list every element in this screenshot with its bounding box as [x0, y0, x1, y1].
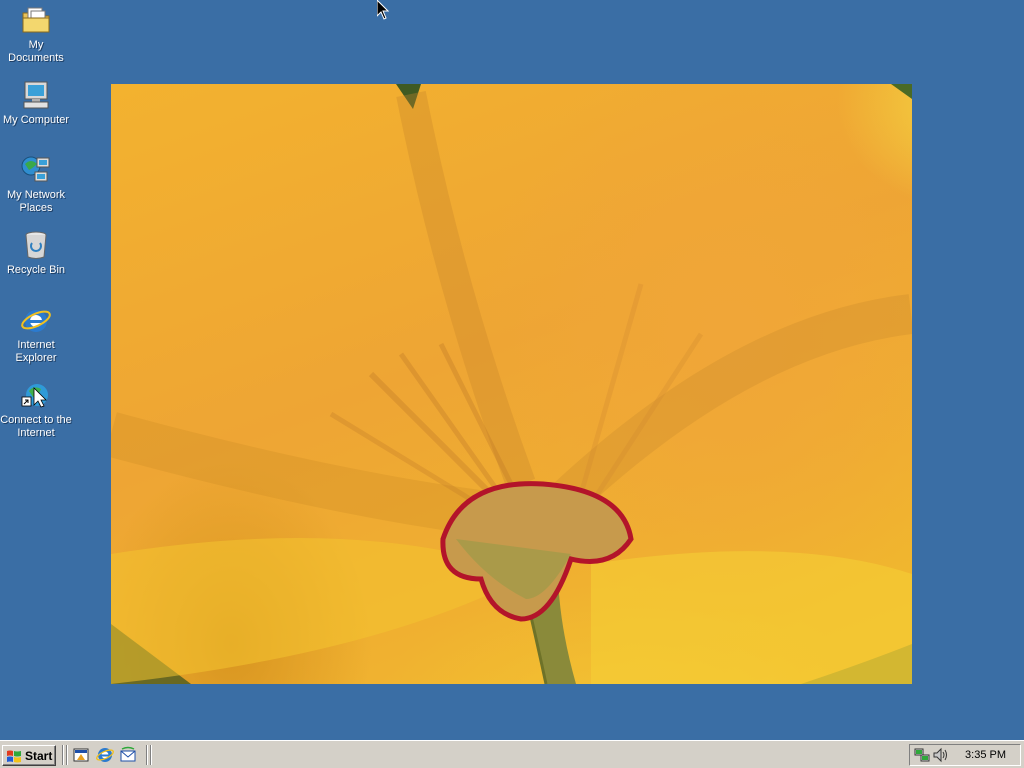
desktop-icon-connect-to-the-internet[interactable]: Connect to the Internet: [0, 377, 72, 440]
taskbar-separator: [62, 745, 64, 765]
desktop-icon-my-documents[interactable]: My Documents: [0, 2, 72, 65]
internet-explorer-icon[interactable]: [96, 746, 114, 764]
outlook-express-icon[interactable]: [119, 746, 137, 764]
connect-internet-icon: [21, 384, 48, 408]
desktop-icon-label: My Computer: [2, 114, 70, 126]
flower-wallpaper: [111, 84, 912, 684]
taskbar-buttons-grip[interactable]: [150, 745, 152, 765]
recycle-bin-icon: [25, 231, 47, 259]
desktop-icon-label: Internet Explorer: [15, 339, 57, 364]
volume-tray-icon[interactable]: [932, 747, 948, 763]
desktop-icon-label: Connect to the Internet: [0, 414, 72, 439]
folder-documents-icon: [22, 7, 50, 33]
taskbar-clock[interactable]: 3:35 PM: [965, 749, 1006, 761]
computer-icon: [23, 81, 49, 109]
desktop-icon-label: Recycle Bin: [6, 264, 66, 276]
desktop-icon-internet-explorer[interactable]: Internet Explorer: [0, 302, 72, 365]
start-button[interactable]: Start: [2, 745, 56, 766]
system-tray: 3:35 PM: [909, 744, 1021, 766]
taskbar-separator: [146, 745, 148, 765]
show-desktop-icon[interactable]: [72, 746, 90, 764]
desktop-icon-label: My Network Places: [6, 189, 66, 214]
internet-explorer-icon: [21, 310, 51, 332]
desktop-icon-label: My Documents: [8, 39, 64, 64]
mouse-cursor-icon: [377, 0, 389, 20]
network-tray-icon[interactable]: [914, 747, 930, 763]
desktop-icon-my-computer[interactable]: My Computer: [0, 77, 72, 127]
start-label: Start: [25, 748, 53, 763]
network-places-icon: [21, 156, 50, 182]
desktop-icon-recycle-bin[interactable]: Recycle Bin: [0, 227, 72, 277]
taskbar: Start 3:35 PM: [0, 740, 1024, 768]
quick-launch-grip[interactable]: [66, 745, 68, 765]
windows-logo-icon: [7, 750, 21, 762]
desktop-icon-my-network-places[interactable]: My Network Places: [0, 152, 72, 215]
flower-image: [111, 84, 912, 684]
